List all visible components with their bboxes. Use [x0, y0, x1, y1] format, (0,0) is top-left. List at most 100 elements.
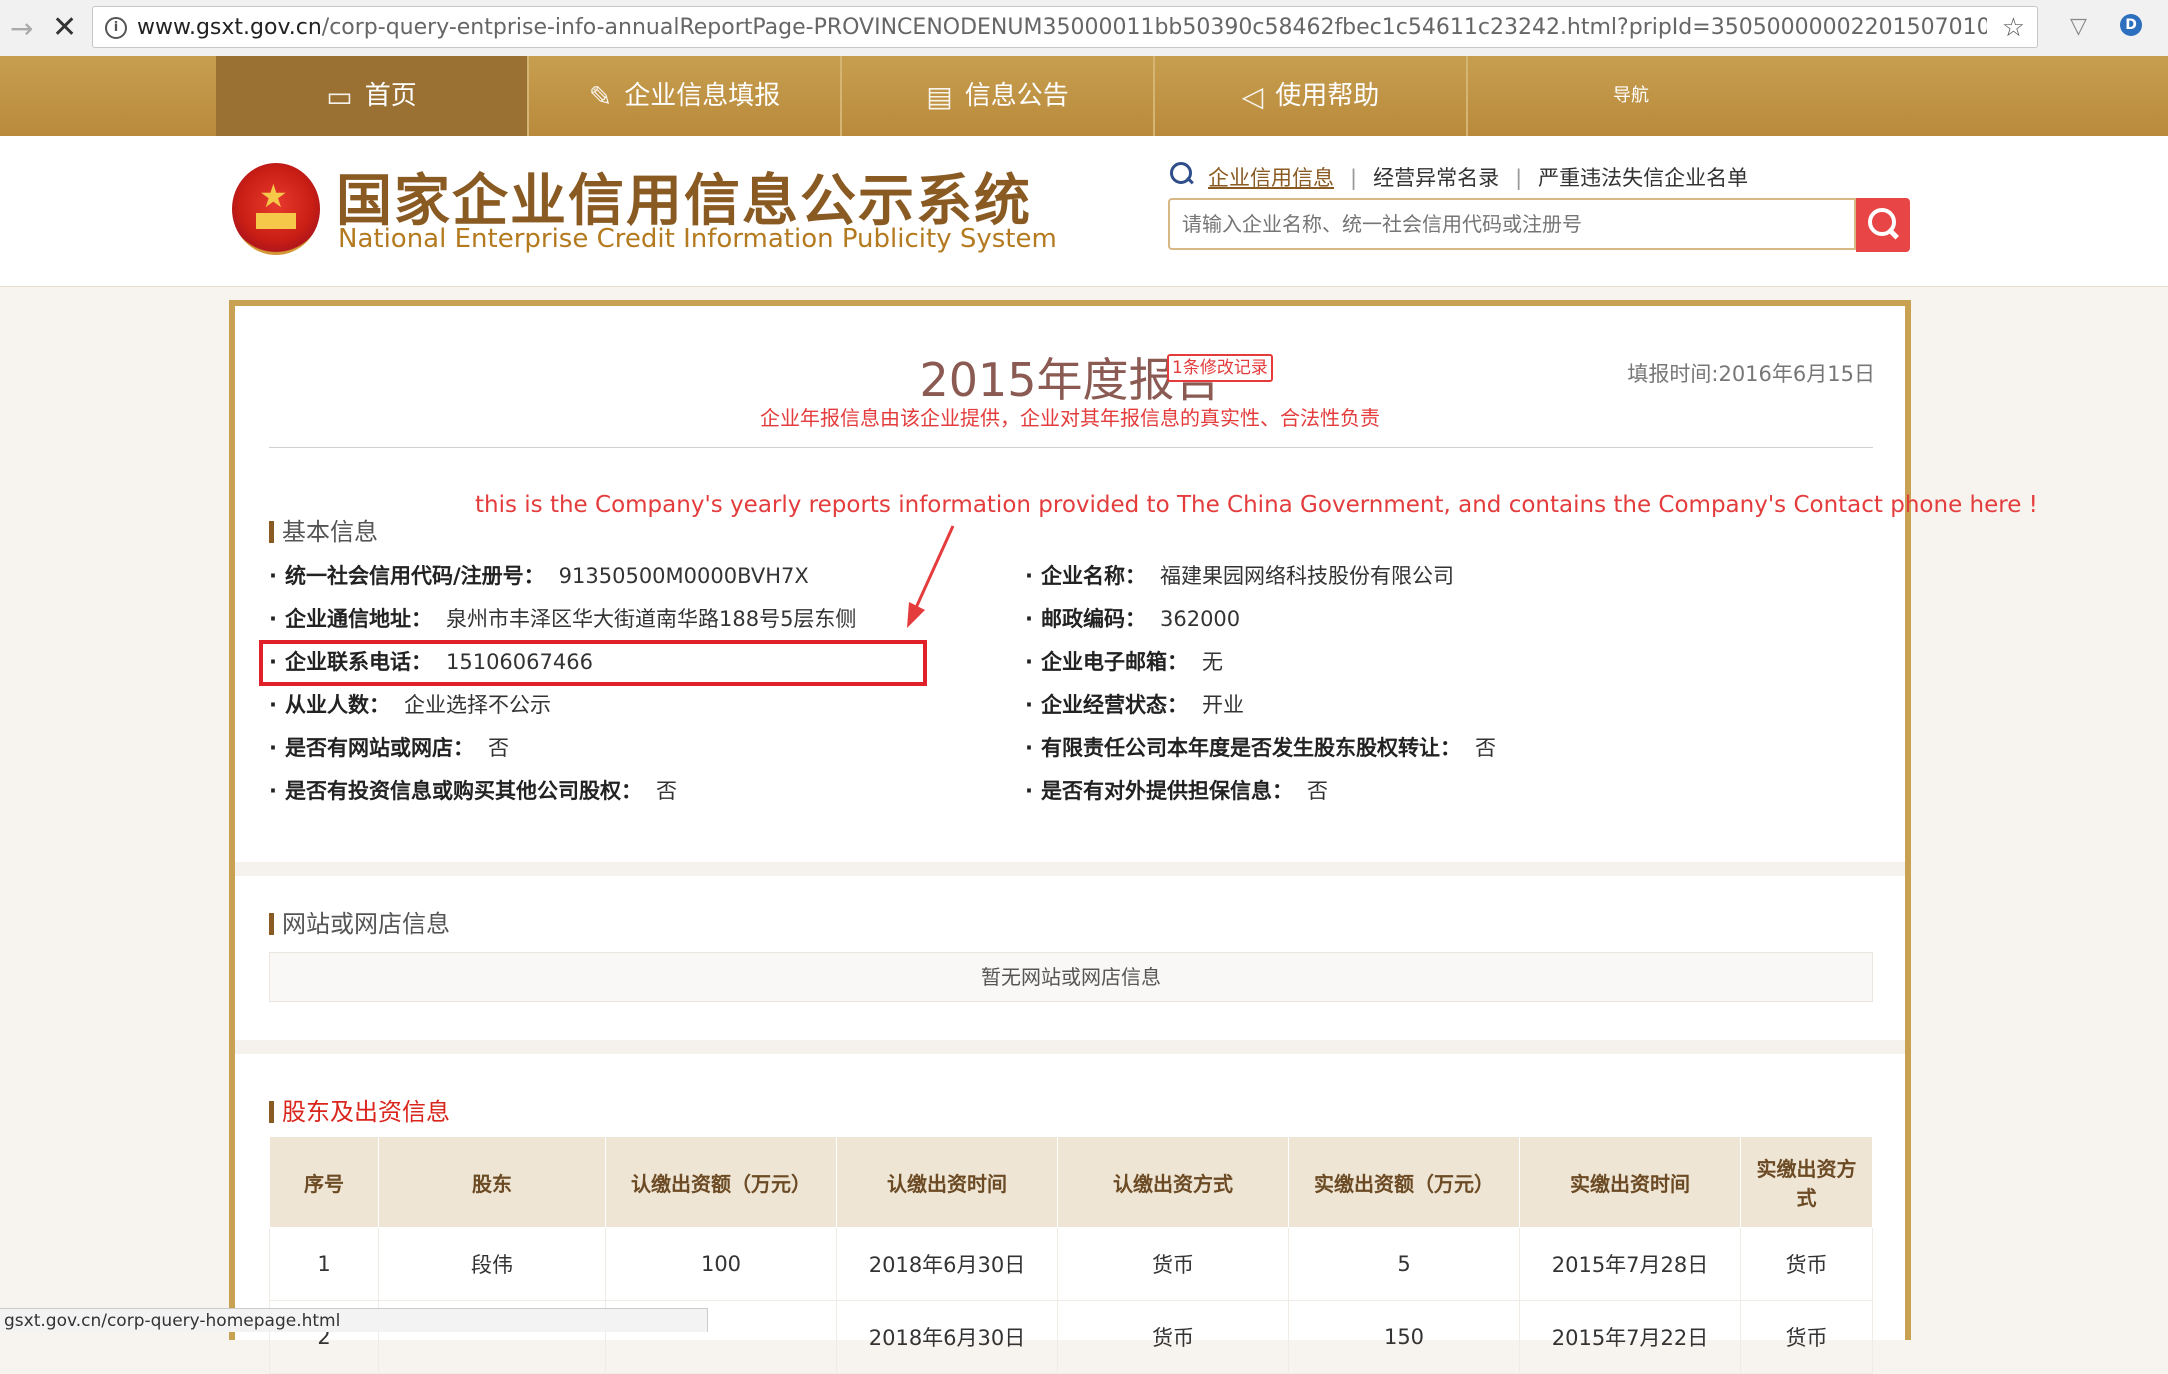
browser-status-bar: gsxt.gov.cn/corp-query-homepage.html: [0, 1308, 708, 1332]
field-label: 企业电子邮箱：: [1025, 650, 1188, 674]
link-abnormal-list[interactable]: 经营异常名录: [1373, 166, 1499, 190]
table-header-row: 序号 股东 认缴出资额（万元） 认缴出资时间 认缴出资方式 实缴出资额（万元） …: [269, 1136, 1873, 1228]
nav-item-notices[interactable]: ▤ 信息公告: [842, 56, 1155, 136]
nav-label: 企业信息填报: [624, 81, 781, 111]
modify-record-badge[interactable]: 1条修改记录: [1167, 354, 1273, 382]
field-address: 企业通信地址： 泉州市丰泽区华大街道南华路188号5层东侧: [269, 603, 856, 633]
table-cell: 5: [1288, 1227, 1520, 1301]
field-label: 是否有投资信息或购买其他公司股权：: [269, 779, 642, 803]
divider: [269, 447, 1873, 448]
browser-toolbar: → ✕ i www.gsxt.gov.cn/corp-query-entpris…: [0, 0, 2168, 57]
disclaimer: 企业年报信息由该企业提供，企业对其年报信息的真实性、合法性负责: [760, 406, 1380, 430]
shareholders-table: 序号 股东 认缴出资额（万元） 认缴出资时间 认缴出资方式 实缴出资额（万元） …: [269, 1136, 1873, 1374]
search-button[interactable]: [1856, 198, 1910, 252]
field-company-name: 企业名称： 福建果园网络科技股份有限公司: [1025, 560, 1454, 590]
link-blacklist[interactable]: 严重违法失信企业名单: [1538, 166, 1748, 190]
url-path: /corp-query-entprise-info-annualReportPa…: [321, 15, 1987, 40]
pen-icon: ✎: [588, 80, 613, 113]
national-emblem-logo: ★: [232, 163, 320, 255]
field-label: 是否有网站或网店：: [269, 736, 474, 760]
table-cell: 2015年7月28日: [1519, 1227, 1741, 1301]
table-cell: 100: [605, 1227, 837, 1301]
field-label: 企业经营状态：: [1025, 693, 1188, 717]
monitor-icon: ▭: [326, 80, 353, 113]
column-header: 实缴出资时间: [1519, 1136, 1741, 1228]
field-credit-code: 统一社会信用代码/注册号： 91350500M0000BVH7X: [269, 560, 809, 590]
address-bar[interactable]: i www.gsxt.gov.cn/corp-query-entprise-in…: [92, 6, 2038, 48]
field-guarantee: 是否有对外提供担保信息： 否: [1025, 775, 1328, 805]
field-value: 否: [1306, 779, 1328, 803]
field-has-website: 是否有网站或网店： 否: [269, 732, 509, 762]
field-label: 企业名称：: [1025, 564, 1146, 588]
column-header: 序号: [269, 1136, 379, 1228]
table-cell: 货币: [1057, 1300, 1289, 1374]
field-equity-transfer: 有限责任公司本年度是否发生股东股权转让： 否: [1025, 732, 1496, 762]
field-value: 362000: [1159, 607, 1241, 631]
search-category-links: 企业信用信息 | 经营异常名录 | 严重违法失信企业名单: [1208, 166, 1749, 190]
column-header: 实缴出资方式: [1740, 1136, 1873, 1228]
nav-label: 首页: [364, 81, 417, 111]
stop-loading-icon[interactable]: ✕: [52, 10, 77, 45]
back-arrow-icon[interactable]: →: [10, 12, 33, 45]
table-cell: 150: [1288, 1300, 1520, 1374]
table-cell: 2018年6月30日: [836, 1300, 1058, 1374]
document-icon: ▤: [926, 80, 953, 113]
report-panel: 2015年度报告 1条修改记录 填报时间:2016年6月15日 企业年报信息由该…: [229, 300, 2038, 1374]
info-icon[interactable]: i: [105, 17, 127, 39]
section-separator: [235, 1040, 1905, 1054]
nav-item-enterprise-filing[interactable]: ✎ 企业信息填报: [529, 56, 842, 136]
field-value: 无: [1201, 650, 1223, 674]
field-postcode: 邮政编码： 362000: [1025, 603, 1240, 633]
speaker-icon: ◁: [1241, 80, 1264, 113]
search-icon: [1170, 162, 1192, 184]
nav-item-home[interactable]: ▭ 首页: [216, 56, 529, 136]
table-row: 1 段伟 100 2018年6月30日 货币 5 2015年7月28日 货币: [269, 1227, 1873, 1301]
table-cell: 2018年6月30日: [836, 1227, 1058, 1301]
bookmark-star-icon[interactable]: ☆: [2002, 13, 2025, 43]
table-cell: 货币: [1057, 1227, 1289, 1301]
field-value: 否: [1474, 736, 1496, 760]
top-navigation: ▭ 首页 ✎ 企业信息填报 ▤ 信息公告 ◁ 使用帮助 导航: [0, 56, 2168, 136]
extension-icon[interactable]: D: [2120, 14, 2142, 36]
field-label: 企业通信地址：: [269, 607, 432, 631]
table-cell: 2015年7月22日: [1519, 1300, 1741, 1374]
field-has-investment: 是否有投资信息或购买其他公司股权： 否: [269, 775, 677, 805]
column-header: 认缴出资时间: [836, 1136, 1058, 1228]
field-employees: 从业人数： 企业选择不公示: [269, 689, 551, 719]
site-header: ★ 国家企业信用信息公示系统 National Enterprise Credi…: [0, 136, 2168, 287]
field-label: 是否有对外提供担保信息：: [1025, 779, 1293, 803]
field-value: 福建果园网络科技股份有限公司: [1159, 564, 1454, 588]
table-cell: 货币: [1740, 1227, 1873, 1301]
field-value: 否: [655, 779, 677, 803]
nav-label: 信息公告: [964, 81, 1069, 111]
table-cell: 1: [269, 1227, 379, 1301]
table-cell: 货币: [1740, 1300, 1873, 1374]
nav-label: 使用帮助: [1275, 81, 1380, 111]
link-credit-info[interactable]: 企业信用信息: [1208, 166, 1334, 190]
field-value: 否: [487, 736, 509, 760]
phone-highlight-box: [259, 640, 927, 686]
column-header: 股东: [378, 1136, 606, 1228]
shield-extension-icon[interactable]: ▽: [2070, 14, 2087, 39]
website-empty-message: 暂无网站或网店信息: [269, 952, 1873, 1002]
url-host: www.gsxt.gov.cn: [137, 15, 322, 40]
column-header: 认缴出资方式: [1057, 1136, 1289, 1228]
section-heading-basic: 基本信息: [269, 512, 378, 547]
search-input[interactable]: [1168, 198, 1856, 250]
table-cell: 段伟: [378, 1227, 606, 1301]
nav-item-help[interactable]: ◁ 使用帮助: [1155, 56, 1468, 136]
field-value: 企业选择不公示: [403, 693, 551, 717]
column-header: 实缴出资额（万元）: [1288, 1136, 1520, 1228]
field-status: 企业经营状态： 开业: [1025, 689, 1244, 719]
field-label: 从业人数：: [269, 693, 390, 717]
annotation-text: this is the Company's yearly reports inf…: [475, 492, 2038, 518]
section-separator: [235, 862, 1905, 876]
url-text[interactable]: www.gsxt.gov.cn/corp-query-entprise-info…: [137, 15, 1987, 41]
section-heading-shareholders: 股东及出资信息: [269, 1092, 450, 1127]
site-title-en: National Enterprise Credit Information P…: [338, 224, 1057, 254]
field-label: 有限责任公司本年度是否发生股东股权转让：: [1025, 736, 1461, 760]
section-heading-website: 网站或网店信息: [269, 904, 450, 939]
field-label: 邮政编码：: [1025, 607, 1146, 631]
field-value: 开业: [1201, 693, 1244, 717]
nav-guide-link[interactable]: 导航: [1476, 56, 1786, 136]
